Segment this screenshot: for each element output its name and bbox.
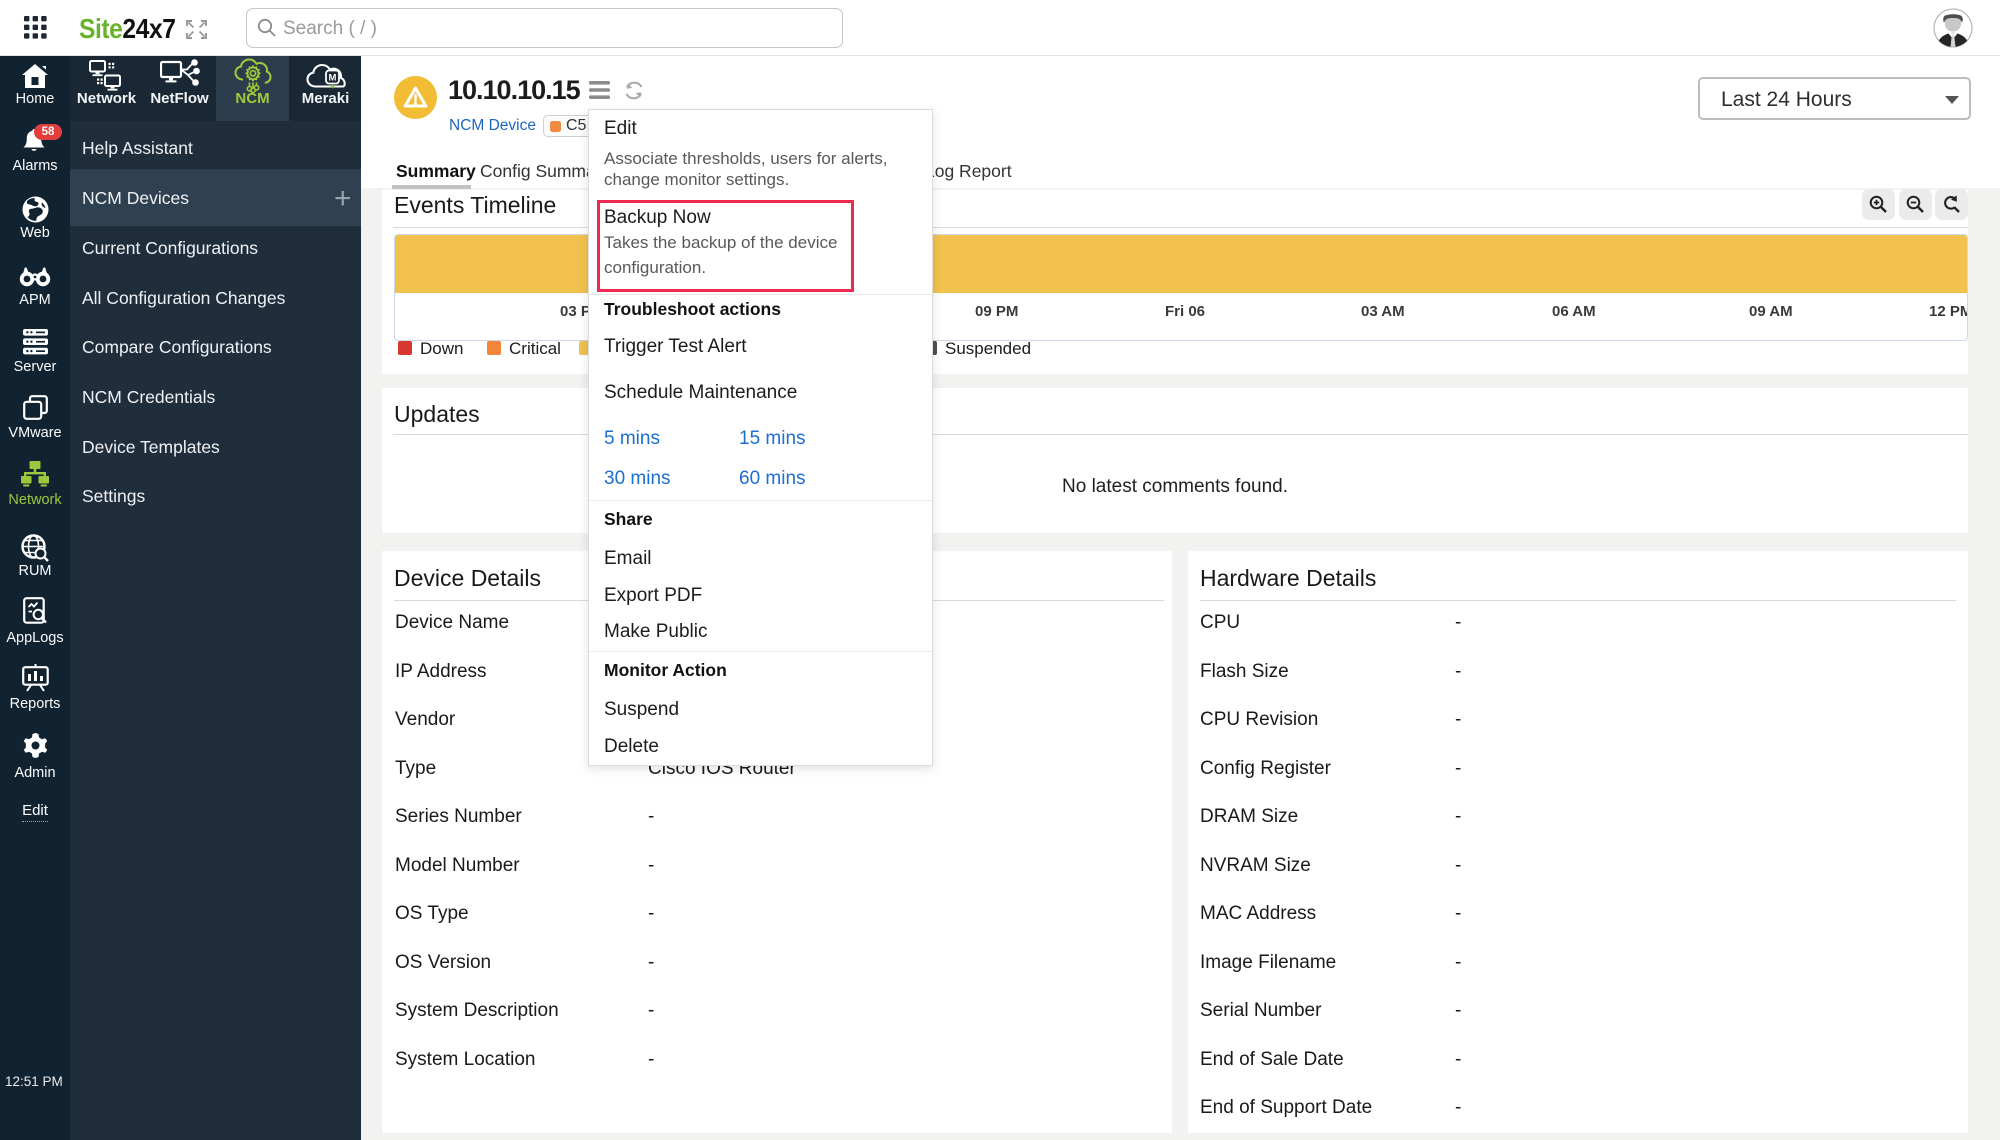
svg-text:M: M [329,73,337,84]
